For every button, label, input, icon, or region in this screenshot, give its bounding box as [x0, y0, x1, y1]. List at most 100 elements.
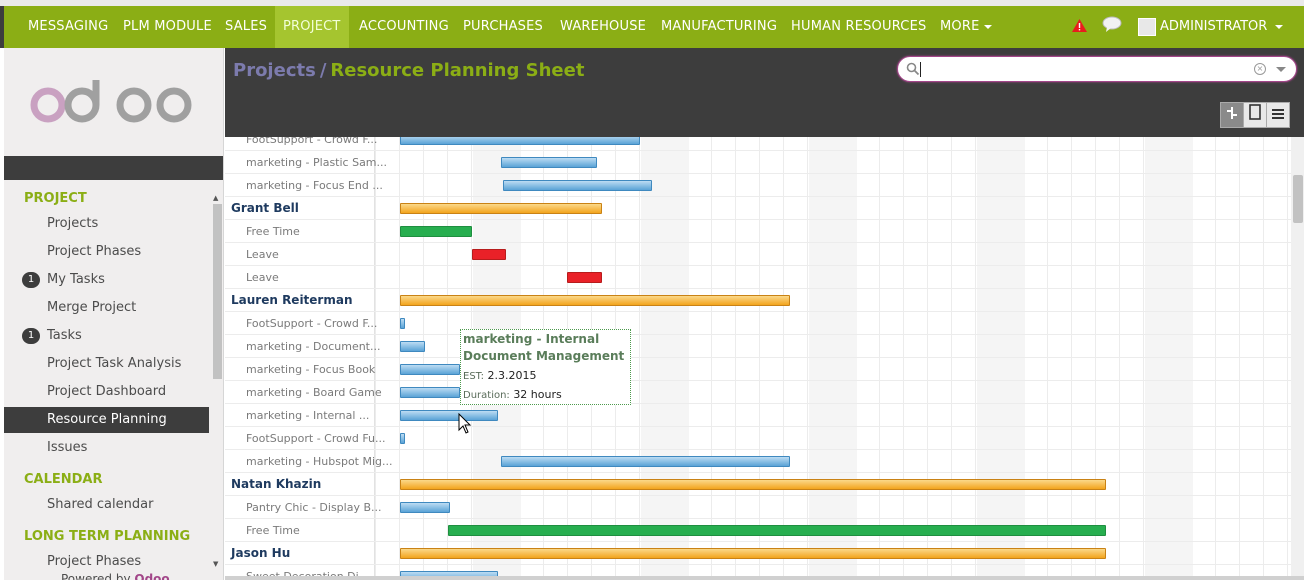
gantt-bar-orange[interactable] — [400, 295, 790, 306]
powered-by: Powered by Odoo — [61, 572, 170, 580]
sidebar-item-label: Resource Planning — [47, 412, 167, 427]
gantt-bar-blue[interactable] — [400, 341, 426, 352]
search-input[interactable]: × — [897, 56, 1297, 82]
gantt-task-row[interactable]: Pantry Chic - Display B... — [225, 496, 1291, 519]
mouse-pointer-icon — [458, 413, 472, 434]
tooltip-duration: Duration: 32 hours — [463, 386, 628, 405]
tooltip-duration-value: 32 hours — [513, 388, 562, 401]
nav-warehouse[interactable]: WAREHOUSE — [552, 6, 654, 48]
resource-name: Grant Bell — [231, 201, 299, 215]
sidebar-item-shared-calendar[interactable]: Shared calendar — [4, 492, 209, 518]
sidebar-item-resource-planning[interactable]: Resource Planning — [4, 407, 209, 433]
sidebar-item-projects[interactable]: Projects — [4, 211, 209, 237]
sidebar-item-project-task-analysis[interactable]: Project Task Analysis — [4, 351, 209, 377]
gantt-bar-orange[interactable] — [400, 203, 602, 214]
scroll-up-icon[interactable]: ▲ — [213, 194, 218, 202]
search-options-chevron-icon[interactable] — [1276, 67, 1286, 72]
sidebar-item-merge-project[interactable]: Merge Project — [4, 295, 209, 321]
sidebar-item-project-dashboard[interactable]: Project Dashboard — [4, 379, 209, 405]
gantt-task-row[interactable]: Free Time — [225, 519, 1291, 542]
gantt-bar-blue[interactable] — [503, 180, 652, 191]
gantt-task-row[interactable]: Leave — [225, 266, 1291, 289]
text-cursor — [920, 62, 921, 77]
task-name: marketing - Focus End ... — [246, 179, 383, 192]
gantt-bar-green[interactable] — [448, 525, 1106, 536]
gantt-scrollbar-thumb[interactable] — [1293, 175, 1303, 223]
gantt-task-row[interactable]: marketing - Internal ... — [225, 404, 1291, 427]
task-tooltip: marketing - Internal Document Management… — [460, 329, 631, 405]
nav-purchases[interactable]: PURCHASES — [455, 6, 551, 48]
nav-sales[interactable]: SALES — [217, 6, 275, 48]
gantt-view-button[interactable] — [1220, 102, 1244, 128]
task-name: marketing - Plastic Sam... — [246, 156, 388, 169]
gantt-bar-blue[interactable] — [500, 456, 790, 467]
count-badge: 1 — [22, 272, 40, 288]
user-menu[interactable]: ADMINISTRATOR — [1138, 6, 1284, 48]
gantt-bar-blue[interactable] — [400, 137, 640, 145]
gantt-bar-orange[interactable] — [400, 479, 1106, 490]
gantt-group-row[interactable]: Grant Bell — [225, 197, 1291, 220]
gantt-bar-blue[interactable] — [400, 433, 405, 444]
nav-messaging[interactable]: MESSAGING — [20, 6, 116, 48]
sidebar-item-issues[interactable]: Issues — [4, 435, 209, 461]
task-name: FootSupport - Crowd F... — [246, 317, 378, 330]
gantt-bar-green[interactable] — [400, 226, 472, 237]
gantt-group-row[interactable]: Lauren Reiterman — [225, 289, 1291, 312]
sidebar-item-my-tasks[interactable]: 1 My Tasks — [4, 267, 209, 293]
sidebar-item-tasks[interactable]: 1 Tasks — [4, 323, 209, 349]
breadcrumb-parent[interactable]: Projects — [233, 60, 316, 81]
gantt-task-row[interactable]: Free Time — [225, 220, 1291, 243]
sidebar-item-project-phases[interactable]: Project Phases — [4, 239, 209, 265]
form-icon — [1249, 104, 1261, 120]
gantt-bar-blue[interactable] — [400, 410, 499, 421]
sidebar-scrollbar-thumb[interactable] — [213, 204, 222, 379]
gantt-task-row[interactable]: marketing - Focus End ... — [225, 174, 1291, 197]
warning-icon[interactable] — [1072, 19, 1087, 32]
gantt-task-row[interactable]: FootSupport - Crowd Fu... — [225, 427, 1291, 450]
gantt-task-row[interactable]: FootSupport - Crowd F... — [225, 312, 1291, 335]
task-name: Leave — [246, 248, 279, 261]
gantt-bar-blue[interactable] — [400, 387, 460, 398]
nav-plm-module[interactable]: PLM MODULE — [115, 6, 220, 48]
gantt-task-row[interactable]: FootSupport - Crowd F... — [225, 137, 1291, 151]
form-view-button[interactable] — [1243, 102, 1267, 128]
gantt-group-row[interactable]: Natan Khazin — [225, 473, 1291, 496]
sidebar-item-label: Project Task Analysis — [47, 356, 182, 371]
view-switcher — [1220, 102, 1290, 128]
gantt-group-row[interactable]: Jason Hu — [225, 542, 1291, 565]
gantt-bar-blue[interactable] — [400, 502, 451, 513]
gantt-bar-red[interactable] — [566, 272, 602, 283]
section-project: PROJECT — [24, 191, 87, 206]
gantt-bar-orange[interactable] — [400, 548, 1106, 559]
gantt-task-row[interactable]: marketing - Focus Book — [225, 358, 1291, 381]
nav-project[interactable]: PROJECT — [275, 6, 349, 48]
page-title: Resource Planning Sheet — [330, 60, 585, 81]
task-name: marketing - Hubspot Mig... — [246, 455, 393, 468]
gantt-task-row[interactable]: marketing - Plastic Sam... — [225, 151, 1291, 174]
chat-icon[interactable] — [1102, 16, 1122, 32]
nav-human-resources[interactable]: HUMAN RESOURCES — [783, 6, 934, 48]
nav-accounting[interactable]: ACCOUNTING — [351, 6, 457, 48]
tooltip-duration-label: Duration: — [463, 390, 510, 401]
clear-search-icon[interactable]: × — [1254, 63, 1266, 75]
nav-manufacturing[interactable]: MANUFACTURING — [653, 6, 785, 48]
gantt-bar-blue[interactable] — [500, 157, 597, 168]
task-name: FootSupport - Crowd F... — [246, 137, 378, 146]
task-name: marketing - Focus Book — [246, 363, 376, 376]
scroll-down-icon[interactable]: ▼ — [213, 560, 218, 568]
gantt-task-row[interactable]: Sweet Decoration Di... — [225, 565, 1291, 576]
gantt-chart: FootSupport - Crowd F... marketing - Plas… — [225, 137, 1291, 576]
odoo-logo[interactable] — [4, 48, 223, 156]
gantt-horizontal-scrollbar[interactable] — [225, 576, 1304, 580]
task-name: FootSupport - Crowd Fu... — [246, 432, 386, 445]
gantt-task-row[interactable]: marketing - Document... — [225, 335, 1291, 358]
list-view-button[interactable] — [1266, 102, 1290, 128]
gantt-bar-red[interactable] — [472, 249, 506, 260]
gantt-task-row[interactable]: marketing - Board Game — [225, 381, 1291, 404]
gantt-bar-blue[interactable] — [400, 318, 405, 329]
gantt-task-row[interactable]: Leave — [225, 243, 1291, 266]
gantt-bar-blue[interactable] — [400, 364, 460, 375]
nav-more[interactable]: MORE — [932, 6, 1000, 48]
powered-by-brand[interactable]: Odoo — [134, 572, 169, 580]
gantt-task-row[interactable]: marketing - Hubspot Mig... — [225, 450, 1291, 473]
